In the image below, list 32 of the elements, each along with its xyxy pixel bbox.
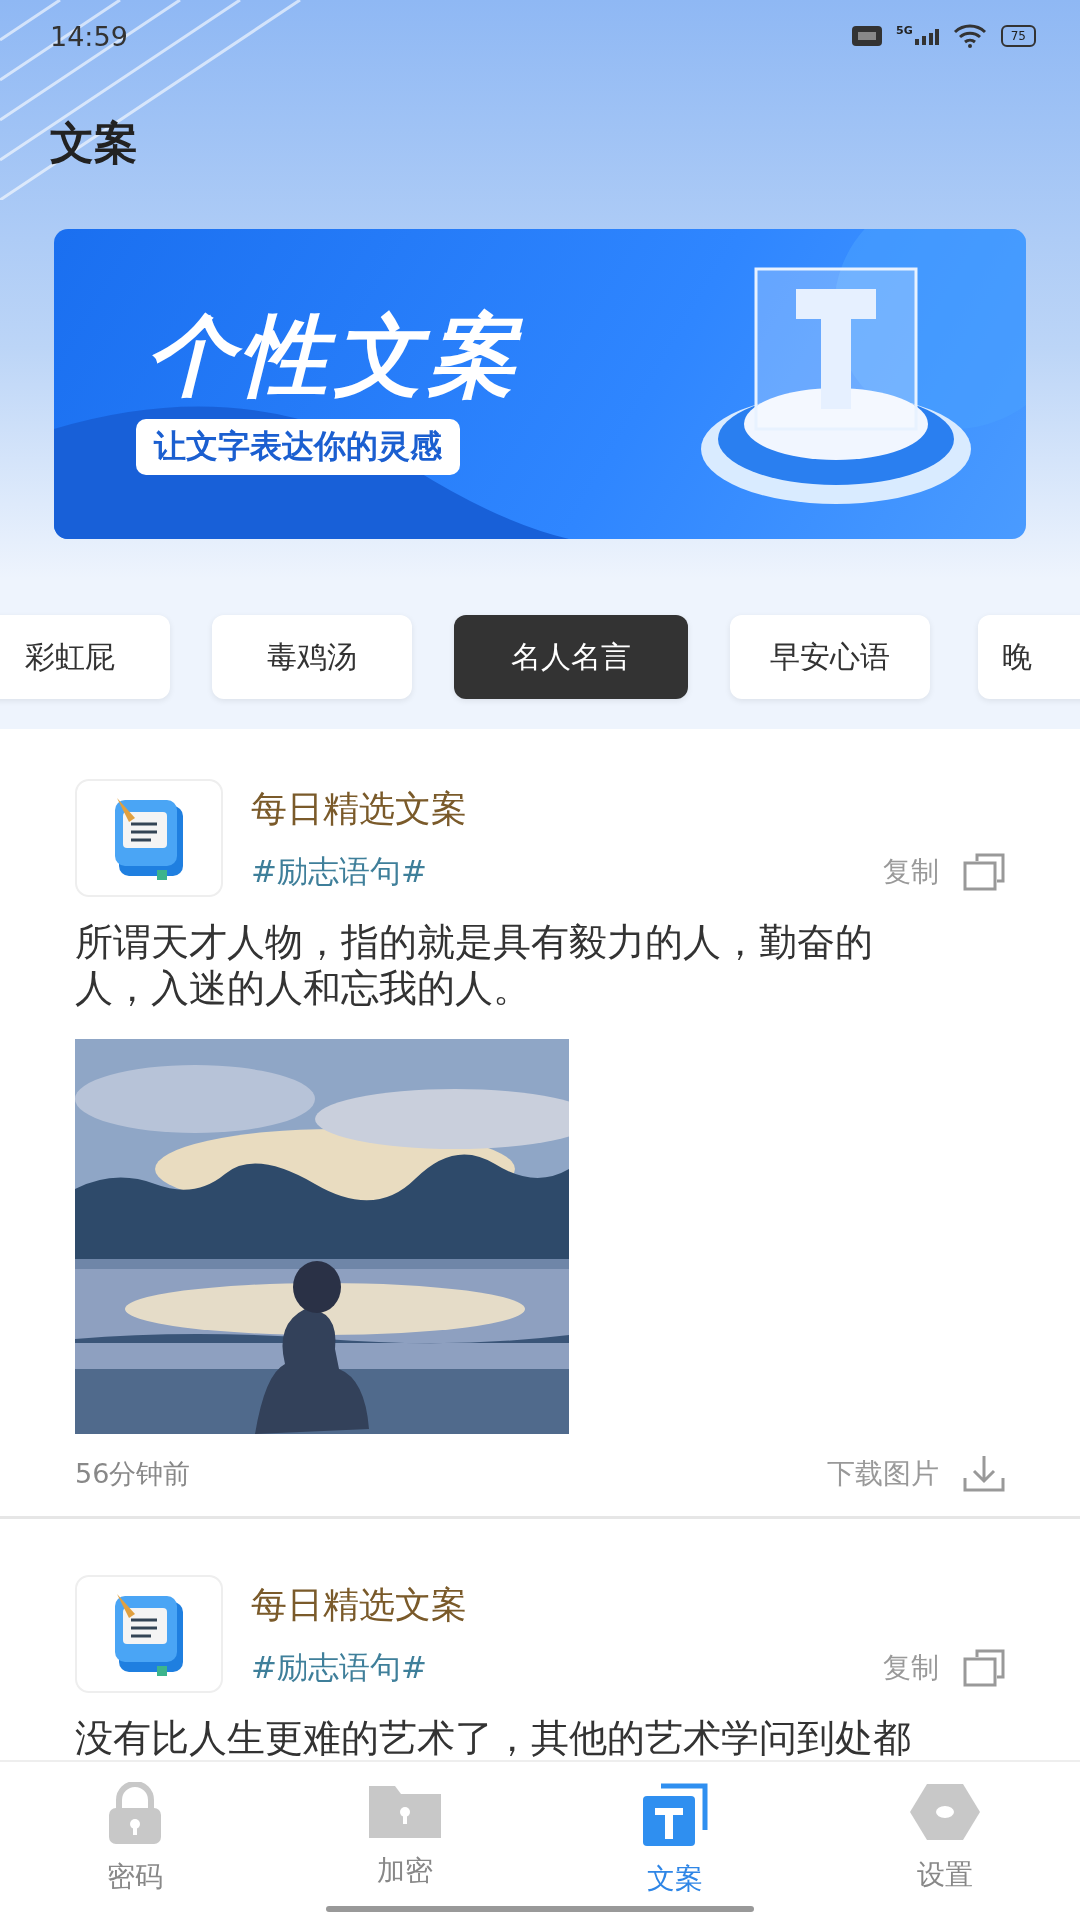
network-label: 5G bbox=[896, 24, 913, 37]
wifi-icon bbox=[952, 24, 987, 48]
post-time: 56分钟前 bbox=[75, 1457, 191, 1491]
copy-button[interactable]: 复制 bbox=[883, 1649, 939, 1687]
post-text: 所谓天才人物，指的就是具有毅力的人，勤奋的人，入迷的人和忘我的人。 bbox=[75, 919, 874, 1011]
category-tab[interactable]: 名人名言 bbox=[454, 615, 688, 699]
hd-icon bbox=[852, 26, 883, 46]
category-tab[interactable]: 毒鸡汤 bbox=[212, 615, 412, 699]
post-tag[interactable]: #励志语句# bbox=[251, 1647, 427, 1689]
post-tag[interactable]: #励志语句# bbox=[251, 851, 427, 893]
signal-icon bbox=[914, 27, 939, 45]
post-title: 每日精选文案 bbox=[251, 1583, 468, 1627]
nav-tab[interactable]: 设置 bbox=[810, 1762, 1080, 1920]
status-time: 14:59 bbox=[50, 20, 128, 52]
banner-title: 个性文案 bbox=[146, 303, 522, 409]
category-tab[interactable]: 彩虹屁 bbox=[0, 615, 170, 699]
post-text: 没有比人生更难的艺术了，其他的艺术学问到处都 bbox=[75, 1715, 912, 1760]
banner[interactable]: 个性文案 让文字表达你的灵感 bbox=[54, 229, 1026, 539]
download-button[interactable]: 下载图片 bbox=[827, 1455, 939, 1493]
copy-icon[interactable] bbox=[963, 1649, 1005, 1687]
download-icon[interactable] bbox=[963, 1454, 1005, 1494]
banner-subtitle: 让文字表达你的灵感 bbox=[136, 419, 460, 475]
nav-tab[interactable]: 加密 bbox=[270, 1762, 540, 1920]
category-tab[interactable]: 晚 bbox=[978, 615, 1080, 699]
copy-icon[interactable] bbox=[963, 853, 1005, 891]
hexagon-icon bbox=[909, 1782, 981, 1842]
page-title: 文案 bbox=[50, 116, 139, 170]
post-title: 每日精选文案 bbox=[251, 787, 468, 831]
battery-indicator: 75 bbox=[1000, 25, 1036, 47]
category-tab[interactable]: 早安心语 bbox=[730, 615, 930, 699]
copy-button[interactable]: 复制 bbox=[883, 853, 939, 891]
nav-tab[interactable]: 密码 bbox=[0, 1762, 270, 1920]
